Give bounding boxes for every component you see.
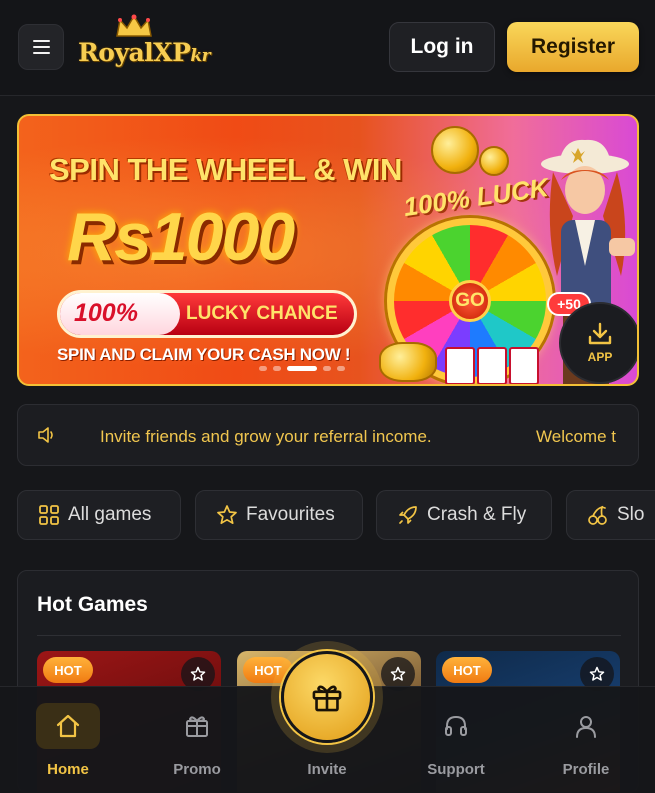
category-tab-slots[interactable]: Slo [566, 490, 655, 540]
speaker-icon [38, 427, 53, 443]
category-tab-favourites[interactable]: Favourites [195, 490, 363, 540]
slot-reel [509, 347, 539, 384]
announcement-text-next: Welcome t [536, 427, 616, 446]
slot-reel [445, 347, 475, 384]
nav-icon-container [554, 703, 618, 749]
star-icon [589, 666, 605, 681]
headphones-icon [445, 715, 467, 736]
carousel-dot-active[interactable] [287, 366, 317, 371]
nav-icon-container [36, 703, 100, 749]
nav-label: Home [47, 761, 89, 778]
category-tab-all-games[interactable]: All games [17, 490, 181, 540]
nav-icon-container [424, 703, 488, 749]
nav-icon-container [165, 703, 229, 749]
menu-line [32, 52, 50, 54]
logo-name: RoyalXP [78, 38, 191, 67]
star-icon [390, 666, 406, 681]
gift-box-icon [186, 716, 208, 737]
carousel-dot[interactable] [259, 366, 267, 371]
nav-label: Support [427, 761, 485, 778]
app-label: APP [587, 350, 613, 364]
invite-button[interactable] [281, 651, 373, 743]
star-icon [217, 505, 237, 525]
section-title: Hot Games [37, 593, 148, 616]
star-icon [190, 666, 206, 681]
invite-label: Invite [307, 761, 347, 778]
carousel-dot[interactable] [323, 366, 331, 371]
menu-line [32, 46, 50, 48]
hot-badge: HOT [43, 657, 93, 683]
lucky-chance-text: LUCKY CHANCE [186, 303, 338, 324]
top-header: RoyalXPkr Log in Register [0, 0, 655, 96]
nav-home[interactable]: Home [23, 687, 113, 793]
slot-reel [477, 347, 507, 384]
hot-badge: HOT [442, 657, 492, 683]
carousel-indicators [259, 366, 345, 371]
percent-text: 100% [74, 299, 138, 327]
banner-subtitle: SPIN AND CLAIM YOUR CASH NOW ! [57, 345, 351, 364]
logo-wordmark: RoyalXPkr [78, 38, 218, 78]
logo-suffix: kr [190, 46, 211, 66]
carousel-dot[interactable] [273, 366, 281, 371]
banner-title: SPIN THE WHEEL & WIN [49, 152, 402, 187]
login-button[interactable]: Log in [389, 22, 495, 72]
coin-image [431, 126, 479, 174]
nav-label: Promo [173, 761, 221, 778]
announcement-bar[interactable]: Invite friends and grow your referral in… [17, 404, 639, 466]
carousel-dot[interactable] [337, 366, 345, 371]
grid-icon [39, 505, 59, 525]
category-label: Crash & Fly [427, 504, 527, 525]
hamburger-menu-button[interactable] [18, 24, 64, 70]
wheel-go-label: GO [449, 280, 491, 322]
lucky-chance-pill: 100% LUCKY CHANCE [57, 290, 357, 338]
promo-banner[interactable]: SPIN THE WHEEL & WIN Rs1000 100% LUCKY C… [17, 114, 639, 386]
nav-profile[interactable]: Profile [541, 687, 631, 793]
cherry-icon [588, 505, 607, 525]
crown-icon [116, 14, 152, 37]
nav-label: Profile [562, 761, 610, 778]
download-icon [588, 322, 612, 345]
register-button[interactable]: Register [507, 22, 639, 72]
percent-pill: 100% [60, 293, 180, 335]
category-label: Favourites [246, 504, 335, 525]
coin-stack [379, 342, 437, 382]
category-label: All games [68, 504, 152, 525]
user-icon [576, 716, 596, 738]
invite-button-glow [271, 641, 383, 753]
gift-icon [312, 685, 342, 712]
site-logo[interactable]: RoyalXPkr [78, 14, 218, 78]
banner-amount: Rs1000 [67, 199, 295, 275]
category-label: Slo [617, 504, 645, 525]
menu-line [32, 40, 50, 42]
category-tab-crash-fly[interactable]: Crash & Fly [376, 490, 552, 540]
download-app-button[interactable]: APP [559, 302, 637, 384]
coin-image [479, 146, 509, 176]
home-icon [56, 714, 80, 738]
nav-support[interactable]: Support [411, 687, 501, 793]
divider [37, 635, 621, 636]
announcement-text: Invite friends and grow your referral in… [100, 427, 432, 446]
rocket-icon [399, 506, 417, 524]
nav-promo[interactable]: Promo [152, 687, 242, 793]
